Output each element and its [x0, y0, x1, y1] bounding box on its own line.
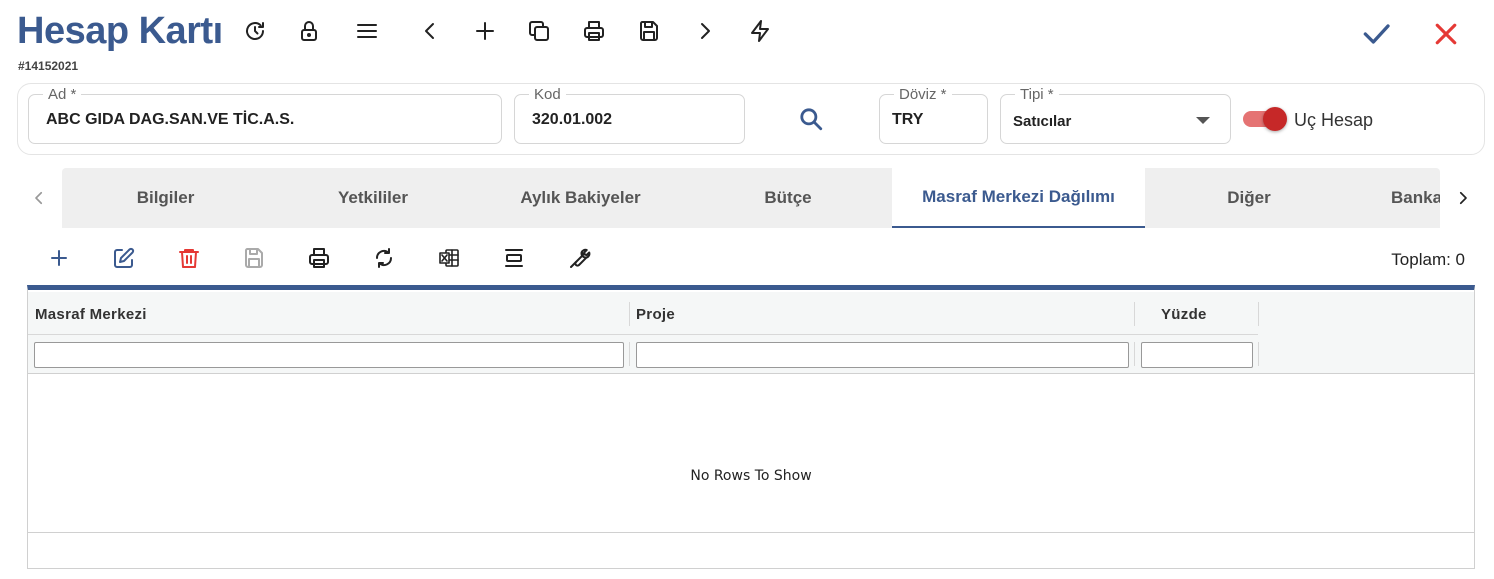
- kod-search-button[interactable]: [795, 103, 827, 135]
- tipi-select[interactable]: Tipi * Satıcılar: [1000, 86, 1231, 144]
- menu-icon: [357, 24, 377, 38]
- grid-excel-export-button[interactable]: [433, 242, 465, 274]
- previous-record-button[interactable]: [413, 14, 447, 48]
- grid-delete-button[interactable]: [173, 242, 205, 274]
- record-id: #14152021: [18, 59, 79, 73]
- ad-field[interactable]: Ad * ABC GIDA DAG.SAN.VE TİC.A.S.: [28, 86, 502, 144]
- new-record-button[interactable]: [468, 14, 502, 48]
- quick-action-button[interactable]: [743, 14, 777, 48]
- copy-button[interactable]: [522, 14, 556, 48]
- grid-header: Masraf Merkezi Proje Yüzde: [28, 292, 1474, 374]
- column-divider: [629, 342, 630, 366]
- column-resize-handle[interactable]: [1134, 302, 1135, 326]
- tab-bar: Bilgiler Yetkililer Aylık Bakiyeler Bütç…: [62, 168, 1440, 228]
- grid-footer-divider: [28, 532, 1474, 533]
- copy-icon: [529, 21, 549, 41]
- filter-input-masraf-merkezi[interactable]: [34, 342, 624, 368]
- save-icon: [244, 248, 263, 268]
- kod-field[interactable]: Kod 320.01.002: [514, 86, 745, 144]
- column-header-yuzde[interactable]: Yüzde: [1161, 306, 1207, 323]
- tab-scroll-right[interactable]: [1451, 185, 1475, 211]
- column-header-masraf-merkezi[interactable]: Masraf Merkezi: [35, 306, 147, 323]
- print-icon: [309, 248, 329, 268]
- filter-input-proje[interactable]: [636, 342, 1129, 368]
- filter-row-divider: [28, 334, 1258, 335]
- doviz-label: Döviz *: [894, 86, 952, 103]
- kod-label: Kod: [529, 86, 566, 103]
- save-button[interactable]: [632, 14, 666, 48]
- trash-icon: [179, 249, 199, 268]
- save-icon: [639, 21, 658, 41]
- doviz-field[interactable]: Döviz * TRY: [879, 86, 988, 144]
- plus-icon: [51, 250, 67, 266]
- column-resize-handle[interactable]: [629, 302, 630, 326]
- doviz-value: TRY: [892, 111, 924, 128]
- uc-hesap-label: Uç Hesap: [1294, 110, 1374, 130]
- grid-save-button[interactable]: [238, 242, 270, 274]
- tab-banka[interactable]: Banka: [1353, 168, 1440, 228]
- ad-value: ABC GIDA DAG.SAN.VE TİC.A.S.: [46, 111, 295, 128]
- tab-scroll-left[interactable]: [27, 185, 51, 211]
- grid-add-button[interactable]: [43, 242, 75, 274]
- column-header-proje[interactable]: Proje: [636, 306, 675, 323]
- chevron-right-icon: [701, 23, 710, 39]
- check-icon: [1363, 24, 1390, 44]
- grid-refresh-button[interactable]: [368, 242, 400, 274]
- grid-total-count: Toplam: 0: [1391, 250, 1465, 269]
- print-icon: [584, 21, 604, 41]
- column-divider: [1134, 342, 1135, 366]
- refresh-icon: [375, 248, 393, 268]
- history-icon: [246, 22, 264, 40]
- ad-label: Ad *: [43, 86, 82, 103]
- lock-button[interactable]: [292, 14, 326, 48]
- tab-yetkililer[interactable]: Yetkililer: [269, 168, 477, 228]
- tipi-label: Tipi *: [1015, 86, 1059, 103]
- tab-masraf-merkezi-dagilimi[interactable]: Masraf Merkezi Dağılımı: [892, 168, 1145, 228]
- tab-aylik-bakiyeler[interactable]: Aylık Bakiyeler: [477, 168, 684, 228]
- cancel-button[interactable]: [1426, 14, 1466, 54]
- grid-settings-button[interactable]: [563, 242, 595, 274]
- cost-center-grid: Masraf Merkezi Proje Yüzde No Rows To Sh…: [27, 285, 1475, 569]
- tab-bilgiler[interactable]: Bilgiler: [62, 168, 269, 228]
- grid-row-height-button[interactable]: [498, 242, 530, 274]
- filter-input-yuzde[interactable]: [1141, 342, 1253, 368]
- search-icon: [800, 108, 823, 131]
- next-record-button[interactable]: [688, 14, 722, 48]
- plus-icon: [476, 22, 494, 40]
- excel-icon: [439, 249, 459, 267]
- toggle-knob: [1263, 107, 1287, 131]
- grid-empty-message: No Rows To Show: [690, 468, 812, 484]
- close-icon: [1435, 23, 1457, 45]
- kod-value: 320.01.002: [532, 111, 613, 128]
- accept-button[interactable]: [1356, 14, 1396, 54]
- print-button[interactable]: [577, 14, 611, 48]
- chevron-right-icon: [1459, 191, 1467, 205]
- row-height-icon: [505, 249, 523, 267]
- column-resize-handle[interactable]: [1258, 302, 1259, 326]
- caret-down-icon: [1196, 117, 1210, 124]
- tipi-value: Satıcılar: [1013, 113, 1072, 130]
- tab-diger[interactable]: Diğer: [1145, 168, 1353, 228]
- edit-icon: [114, 247, 135, 268]
- lightning-icon: [751, 20, 769, 42]
- grid-edit-button[interactable]: [108, 242, 140, 274]
- history-button[interactable]: [238, 14, 272, 48]
- wrench-icon: [570, 248, 591, 268]
- chevron-left-icon: [35, 191, 43, 205]
- column-divider: [1258, 342, 1259, 366]
- lock-icon: [301, 21, 317, 41]
- chevron-left-icon: [425, 23, 434, 39]
- page-title: Hesap Kartı: [17, 10, 223, 52]
- menu-button[interactable]: [350, 14, 384, 48]
- tab-butce[interactable]: Bütçe: [684, 168, 892, 228]
- uc-hesap-toggle[interactable]: [1243, 107, 1287, 131]
- grid-print-button[interactable]: [303, 242, 335, 274]
